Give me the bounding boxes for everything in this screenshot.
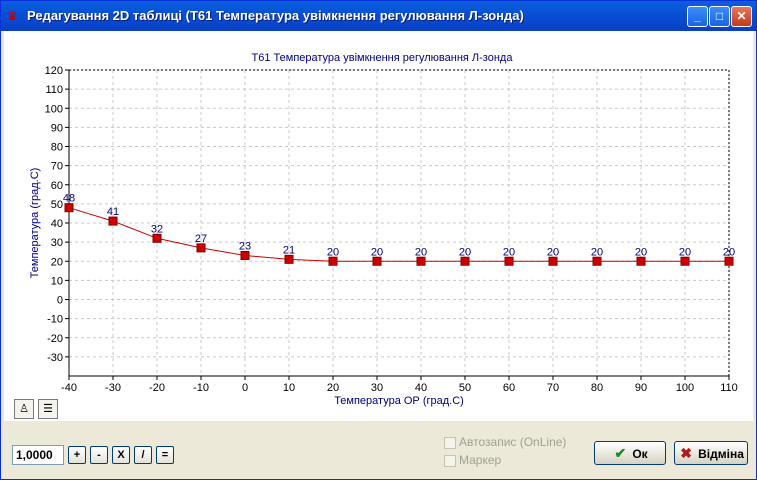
data-point [284, 254, 294, 264]
data-point [64, 203, 74, 213]
chart-area: 120 110 100 90 80 70 60 50 40 30 20 10 0 -10 -20 -30 -40… [4, 31, 753, 421]
y-tick-label: 0 [57, 295, 63, 307]
x-tick-label: 50 [459, 382, 471, 394]
app-icon: ♛ [7, 9, 18, 23]
data-label: 20 [371, 246, 383, 258]
ok-label: Ок [632, 447, 648, 461]
divide-button[interactable]: / [134, 446, 152, 464]
y-tick-label: 30 [51, 237, 63, 249]
equals-button[interactable]: = [156, 446, 174, 464]
x-tick-label: 40 [415, 382, 427, 394]
data-point [328, 256, 338, 266]
y-tick-label: 80 [51, 142, 63, 154]
x-icon: ✖ [680, 445, 692, 461]
y-tick-label: 110 [45, 84, 63, 96]
data-label: 27 [195, 233, 207, 245]
y-tick-label: 50 [51, 199, 63, 211]
x-tick-label: 60 [503, 382, 515, 394]
data-label: 20 [503, 246, 515, 258]
y-tick-label: 70 [51, 161, 63, 173]
autosave-checkbox[interactable] [444, 437, 456, 449]
x-tick-label: -10 [193, 382, 209, 394]
data-point [152, 233, 162, 243]
data-label: 20 [327, 246, 339, 258]
data-label: 48 [63, 193, 75, 205]
y-tick-label: 60 [51, 180, 63, 192]
chart-title: T61 Температура увімкнення регулювання Л… [252, 52, 514, 64]
autosave-label: Автозапис (OnLine) [459, 435, 567, 449]
data-point [416, 256, 426, 266]
data-label: 41 [107, 206, 119, 218]
y-tick-label: 100 [45, 103, 63, 115]
plus-button[interactable]: + [68, 446, 86, 464]
y-tick-label: 10 [51, 275, 63, 287]
data-point [504, 256, 514, 266]
y-tick-label: 40 [51, 218, 63, 230]
data-point [196, 243, 206, 253]
person-icon: ♙ [19, 403, 29, 415]
x-tick-label: 70 [547, 382, 559, 394]
multiply-button[interactable]: X [112, 446, 130, 464]
x-tick-label: 20 [327, 382, 339, 394]
data-point [592, 256, 602, 266]
y-tick-label: -20 [47, 333, 63, 345]
data-label: 20 [415, 246, 427, 258]
y-tick-label: 90 [51, 122, 63, 134]
data-point [372, 256, 382, 266]
x-axis-label: Температура ОР (град.С) [334, 395, 464, 407]
x-tick-label: -40 [61, 382, 77, 394]
minus-button[interactable]: - [90, 446, 108, 464]
maximize-button[interactable]: □ [709, 6, 730, 27]
table-view-button[interactable]: ☰ [38, 399, 58, 419]
value-input[interactable] [12, 445, 64, 465]
y-tick-label: 120 [45, 65, 63, 77]
data-label: 32 [151, 223, 163, 235]
marker-label: Маркер [459, 453, 502, 467]
y-tick-label: -10 [47, 314, 63, 326]
data-point [636, 256, 646, 266]
ok-button[interactable]: ✔ Ок [594, 441, 666, 465]
data-point [680, 256, 690, 266]
cancel-button[interactable]: ✖ Відміна [674, 441, 748, 465]
y-axis-label: Температура (град.С) [29, 168, 41, 279]
editor-window: ♛ Редагування 2D таблиці (T61 Температур… [0, 0, 757, 480]
data-label: 20 [723, 246, 735, 258]
data-label: 20 [679, 246, 691, 258]
x-tick-label: 110 [720, 382, 738, 394]
x-tick-label: 10 [283, 382, 295, 394]
y-tick-label: -30 [47, 352, 63, 364]
data-point [460, 256, 470, 266]
table-icon: ☰ [43, 403, 53, 415]
chart[interactable]: 1201101009080706050403020100-10-20-30-40… [4, 31, 753, 421]
close-button[interactable]: ✕ [731, 6, 752, 27]
y-tick-label: 20 [51, 256, 63, 268]
data-point [240, 251, 250, 261]
bottom-panel: + - X / = Автозапис (OnLine) Маркер ✔Ок … [4, 421, 753, 477]
x-tick-label: 30 [371, 382, 383, 394]
data-label: 20 [591, 246, 603, 258]
x-tick-label: 80 [591, 382, 603, 394]
minimize-button[interactable]: _ [687, 6, 708, 27]
data-label: 23 [239, 241, 251, 253]
x-tick-label: 90 [635, 382, 647, 394]
marker-checkbox[interactable] [444, 455, 456, 467]
x-tick-label: -20 [149, 382, 165, 394]
cancel-label: Відміна [698, 447, 744, 461]
x-tick-label: 100 [676, 382, 694, 394]
chart-print-button[interactable]: ♙ [14, 399, 34, 419]
window-title: Редагування 2D таблиці (T61 Температура … [27, 8, 524, 23]
x-tick-label: -30 [105, 382, 121, 394]
client-area: 120 110 100 90 80 70 60 50 40 30 20 10 0 -10 -20 -30 -40… [4, 31, 753, 477]
data-point [724, 256, 734, 266]
data-label: 20 [459, 246, 471, 258]
title-bar[interactable]: ♛ Редагування 2D таблиці (T61 Температур… [1, 1, 756, 31]
data-label: 21 [283, 244, 295, 256]
data-label: 20 [547, 246, 559, 258]
data-point [108, 216, 118, 226]
data-point [548, 256, 558, 266]
x-tick-label: 0 [242, 382, 248, 394]
check-icon: ✔ [614, 445, 627, 461]
data-label: 20 [635, 246, 647, 258]
